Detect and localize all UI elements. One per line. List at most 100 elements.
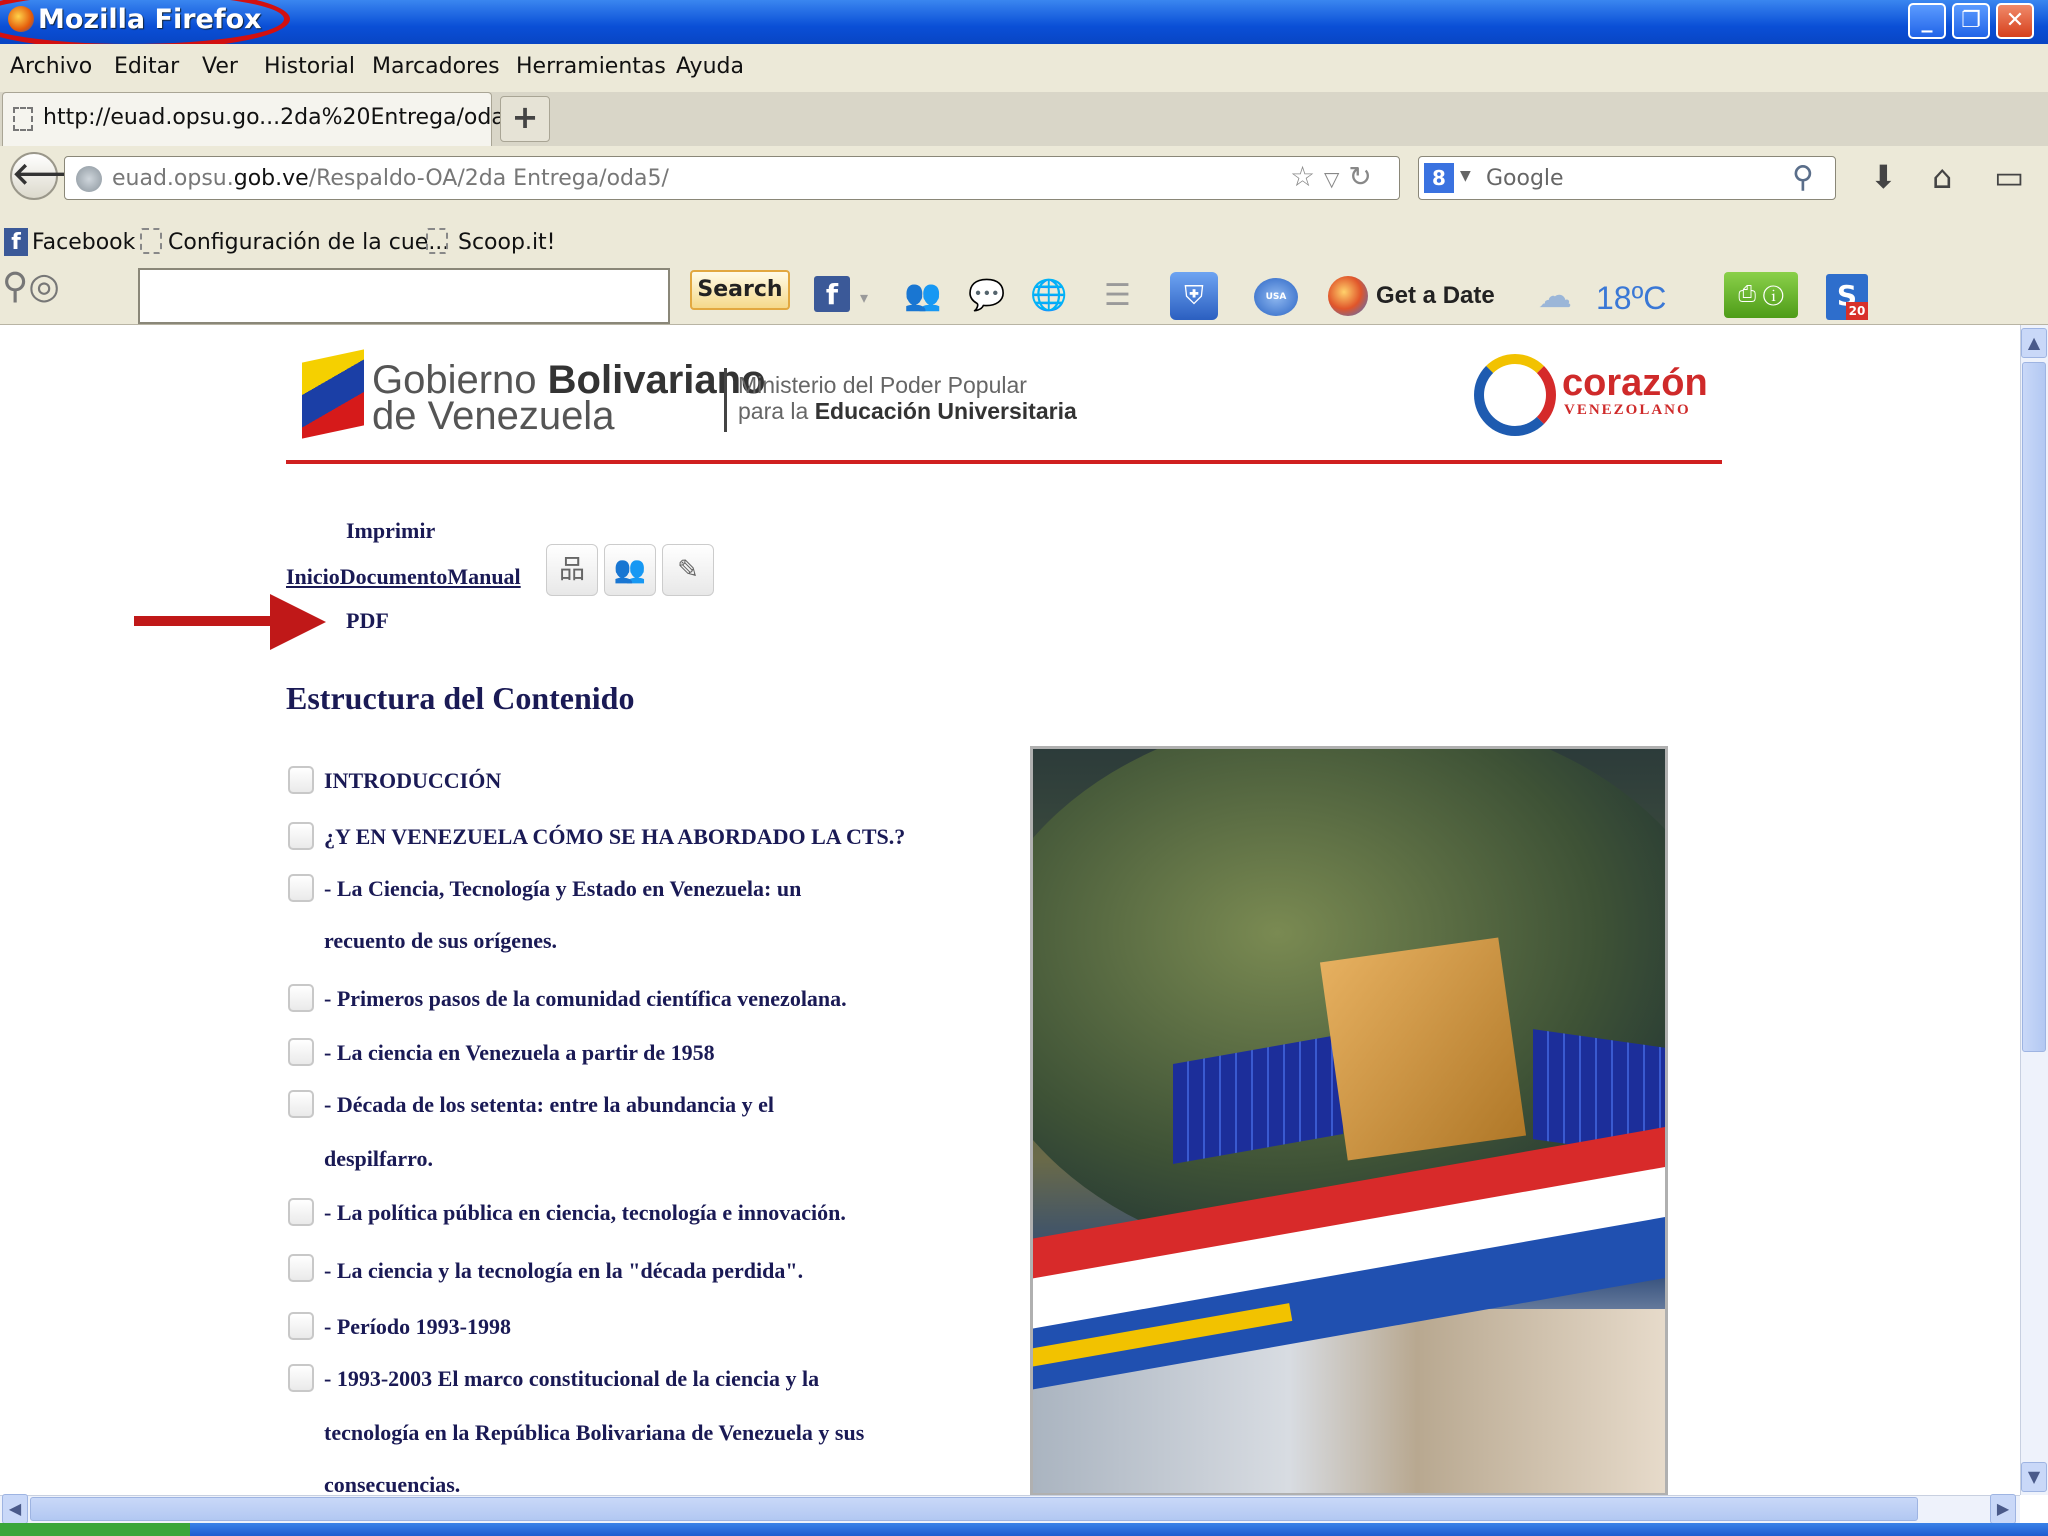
toc-item[interactable]: INTRODUCCIÓN: [324, 768, 501, 794]
toc-item[interactable]: - La Ciencia, Tecnología y Estado en Ven…: [324, 876, 801, 902]
corazon-heart-logo-icon: [1474, 354, 1556, 436]
maximize-button[interactable]: ❐: [1952, 3, 1990, 39]
toolbar-search-input[interactable]: [138, 268, 670, 324]
toc-checkbox[interactable]: [288, 874, 314, 902]
menu-herramientas[interactable]: Herramientas: [516, 54, 666, 79]
bookmark-star-icon[interactable]: ☆: [1290, 160, 1315, 193]
menu-editar[interactable]: Editar: [114, 54, 179, 79]
globe-icon: [76, 166, 102, 192]
bookmark-scoopit[interactable]: Scoop.it!: [458, 230, 556, 255]
globe-icon[interactable]: 🌐: [1030, 278, 1067, 313]
dropdown-arrow-icon[interactable]: ▽: [1324, 167, 1339, 191]
toc-checkbox[interactable]: [288, 1090, 314, 1118]
home-icon[interactable]: ⌂: [1932, 158, 1952, 196]
tab-label: http://euad.opsu.go...2da%20Entrega/oda5…: [43, 105, 527, 130]
google-icon[interactable]: 8: [1424, 163, 1454, 193]
shield-icon[interactable]: ⛨: [1170, 272, 1218, 320]
people-icon[interactable]: 👥: [904, 278, 941, 313]
menu-historial[interactable]: Historial: [264, 54, 355, 79]
toc-checkbox[interactable]: [288, 984, 314, 1012]
menu-marcadores[interactable]: Marcadores: [372, 54, 500, 79]
page-heading: Estructura del Contenido: [286, 680, 635, 716]
menu-ayuda[interactable]: Ayuda: [676, 54, 744, 79]
toc-checkbox[interactable]: [288, 822, 314, 850]
toc-checkbox[interactable]: [288, 1254, 314, 1282]
toc-item[interactable]: - La política pública en ciencia, tecnol…: [324, 1200, 846, 1226]
pencil-icon[interactable]: ✎: [662, 544, 714, 596]
header-divider: [286, 460, 1722, 464]
pdf-link[interactable]: PDF: [346, 608, 389, 634]
bookmark-facebook[interactable]: Facebook: [32, 230, 135, 255]
logo-divider: [724, 368, 727, 432]
facebook-icon[interactable]: f: [814, 276, 850, 312]
menu-ver[interactable]: Ver: [202, 54, 238, 79]
toc-item[interactable]: - 1993-2003 El marco constitucional de l…: [324, 1366, 819, 1392]
gov-logo-line2: de Venezuela: [372, 394, 615, 438]
url-prefix: euad.opsu.: [112, 166, 234, 191]
toc-checkbox[interactable]: [288, 1038, 314, 1066]
horizontal-scroll-thumb[interactable]: [30, 1497, 1918, 1521]
magnifier-icon[interactable]: ⚲: [1792, 160, 1814, 195]
group-icon[interactable]: 👥: [604, 544, 656, 596]
vertical-scroll-thumb[interactable]: [2022, 362, 2046, 1052]
tab-current[interactable]: http://euad.opsu.go...2da%20Entrega/oda5…: [2, 92, 526, 146]
toc-item-continued[interactable]: tecnología en la República Bolivariana d…: [324, 1420, 864, 1446]
ministry-line2: para la Educación Universitaria: [738, 398, 1077, 424]
window-icon[interactable]: ▭: [1994, 158, 2024, 196]
toolbar-search-button[interactable]: Search: [690, 270, 790, 310]
toc-item[interactable]: ¿Y EN VENEZUELA CÓMO SE HA ABORDADO LA C…: [324, 824, 905, 850]
toc-checkbox[interactable]: [288, 766, 314, 794]
satellite-illustration-image: [1030, 746, 1668, 1496]
chat-icon[interactable]: 💬: [968, 278, 1005, 313]
print-info-button[interactable]: ⎙ ⓘ: [1724, 272, 1798, 318]
toc-item[interactable]: - Período 1993-1998: [324, 1314, 511, 1340]
weather-cloud-icon[interactable]: ☁: [1538, 276, 1572, 316]
toc-item-continued[interactable]: despilfarro.: [324, 1146, 433, 1172]
toc-item[interactable]: - La ciencia y la tecnología en la "déca…: [324, 1258, 803, 1284]
weather-temperature[interactable]: 18ºC: [1596, 280, 1666, 317]
engine-dropdown-icon[interactable]: ▼: [1460, 168, 1471, 184]
reload-icon[interactable]: ↻: [1348, 160, 1371, 193]
taskbar: [0, 1523, 2048, 1536]
scroll-right-icon[interactable]: ▶: [1990, 1494, 2016, 1524]
back-button[interactable]: 🡐: [10, 152, 92, 200]
menu-archivo[interactable]: Archivo: [10, 54, 92, 79]
minimize-button[interactable]: _: [1908, 3, 1946, 39]
get-a-date-button[interactable]: Get a Date: [1376, 282, 1495, 310]
new-tab-button[interactable]: +: [500, 96, 550, 142]
download-icon[interactable]: ⬇: [1870, 158, 1897, 196]
toc-item-continued[interactable]: consecuencias.: [324, 1472, 460, 1494]
sitemap-icon[interactable]: 品: [546, 544, 598, 596]
nav-links-inicio-documento-manual[interactable]: InicioDocumentoManual: [286, 564, 521, 590]
page-icon: [426, 228, 448, 254]
imprimir-link[interactable]: Imprimir: [346, 518, 435, 544]
toc-item[interactable]: - Primeros pasos de la comunidad científ…: [324, 986, 847, 1012]
scroll-up-icon[interactable]: ▲: [2021, 328, 2047, 358]
url-bar-icons[interactable]: ☆ ▽ ↻: [1290, 160, 1372, 193]
close-button[interactable]: ✕: [1996, 3, 2034, 39]
search-placeholder[interactable]: Google: [1486, 166, 1564, 191]
url-text[interactable]: euad.opsu.gob.ve/Respaldo-OA/2da Entrega…: [112, 166, 669, 191]
notification-badge: 20: [1846, 302, 1868, 320]
toc-checkbox[interactable]: [288, 1364, 314, 1392]
brand-corazon: corazón: [1562, 362, 1708, 404]
title-bar[interactable]: [0, 0, 2048, 44]
red-arrow-head: [270, 594, 326, 650]
bookmark-configuracion[interactable]: Configuración de la cue...: [168, 230, 449, 255]
scroll-left-icon[interactable]: ◀: [2, 1494, 28, 1524]
toc-item[interactable]: - La ciencia en Venezuela a partir de 19…: [324, 1040, 715, 1066]
toc-checkbox[interactable]: [288, 1312, 314, 1340]
toc-item-continued[interactable]: recuento de sus orígenes.: [324, 928, 557, 954]
toolbar-search-icon[interactable]: ⚲◎: [2, 266, 60, 307]
search-bar[interactable]: [1418, 156, 1836, 200]
brand-venezolano: VENEZOLANO: [1564, 402, 1691, 418]
get-a-date-icon[interactable]: [1328, 276, 1368, 316]
usa-today-icon[interactable]: USA TODAY: [1254, 278, 1298, 340]
toc-checkbox[interactable]: [288, 1198, 314, 1226]
scroll-down-icon[interactable]: ▼: [2021, 1462, 2047, 1492]
start-button[interactable]: [0, 1523, 190, 1536]
toc-item[interactable]: - Década de los setenta: entre la abunda…: [324, 1092, 774, 1118]
page-icon: [140, 228, 162, 254]
list-icon[interactable]: ☰: [1104, 278, 1131, 313]
dropdown-arrow-icon[interactable]: ▾: [860, 288, 868, 307]
